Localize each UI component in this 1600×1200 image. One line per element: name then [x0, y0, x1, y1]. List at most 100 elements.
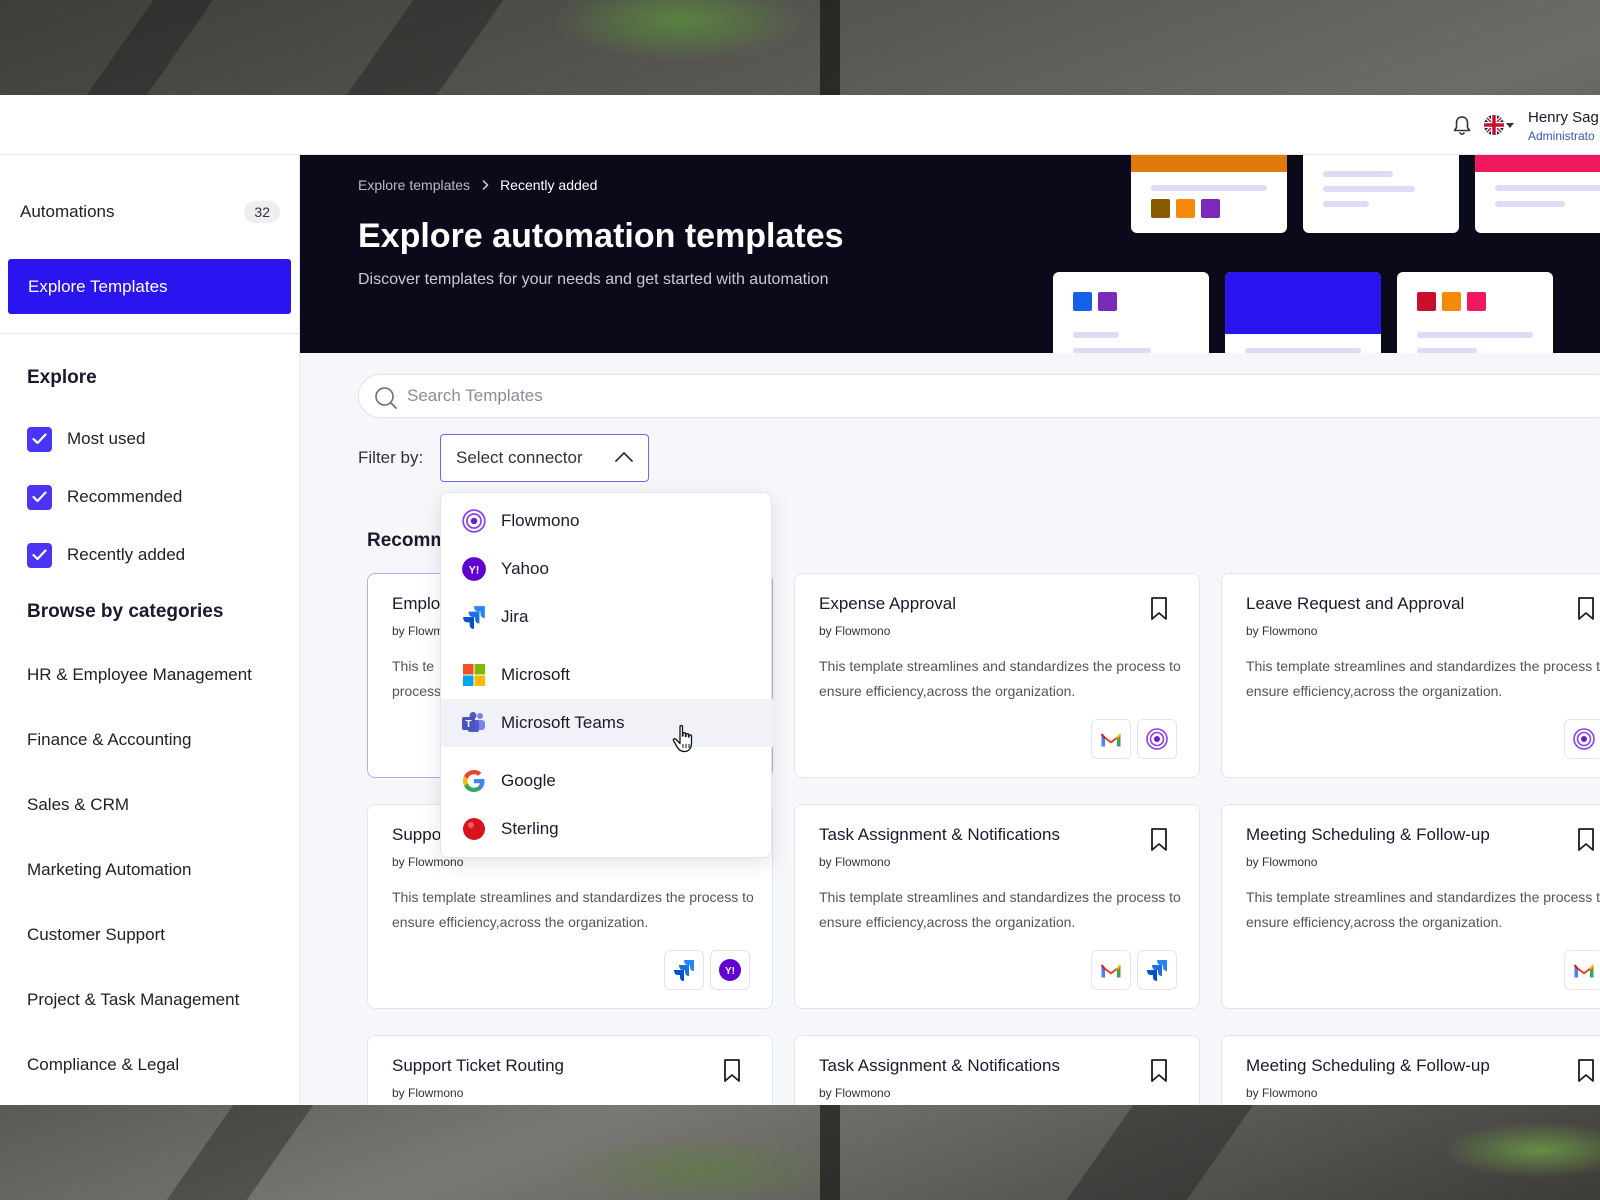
checkbox-checked[interactable] — [27, 542, 52, 568]
category-marketing[interactable]: Marketing Automation — [27, 860, 191, 880]
bell-icon[interactable] — [1452, 115, 1472, 137]
filter-by-label: Filter by: — [358, 448, 424, 467]
automations-count-badge: 32 — [244, 201, 280, 223]
category-compliance[interactable]: Compliance & Legal — [27, 1055, 179, 1075]
filter-label: Recently added — [67, 545, 186, 564]
template-card[interactable]: Meeting Scheduling & Follow-up by Flowmo… — [1221, 1035, 1600, 1105]
template-card[interactable]: Leave Request and Approval by Flowmono T… — [1221, 573, 1600, 778]
template-author: by Flowmono — [1246, 855, 1318, 869]
template-title: Support Ticket Routing — [392, 1056, 564, 1075]
chevron-up-icon — [615, 452, 633, 462]
jira-icon — [1147, 960, 1167, 981]
chevron-right-icon — [482, 179, 489, 191]
decor-card — [1303, 155, 1459, 233]
top-bar: Henry Sag Administrato — [0, 95, 1600, 155]
categories-heading: Browse by categories — [27, 601, 224, 622]
template-card[interactable]: Expense Approval by Flowmono This templa… — [794, 573, 1200, 778]
flowmono-icon — [1146, 728, 1168, 750]
svg-text:Y!: Y! — [469, 564, 480, 576]
template-author: by Flowmono — [819, 624, 891, 638]
svg-text:T: T — [465, 719, 471, 730]
connector-option-microsoft[interactable]: Microsoft — [441, 651, 773, 699]
yahoo-icon: Y! — [462, 557, 486, 581]
check-icon — [32, 491, 47, 503]
category-hr[interactable]: HR & Employee Management — [27, 665, 252, 685]
user-role: Administrato — [1528, 129, 1595, 143]
bookmark-icon[interactable] — [1149, 1058, 1169, 1084]
page-title: Explore automation templates — [358, 217, 844, 255]
template-author: by Flowmono — [819, 1086, 891, 1100]
template-title: Task Assignment & Notifications — [819, 825, 1060, 844]
microsoft-icon — [463, 664, 485, 686]
filter-most-used[interactable]: Most used — [27, 426, 145, 452]
bookmark-icon[interactable] — [1576, 596, 1596, 622]
google-icon — [463, 770, 485, 792]
category-support[interactable]: Customer Support — [27, 925, 165, 945]
bookmark-icon[interactable] — [1149, 827, 1169, 853]
template-description: This template streamlines and standardiz… — [392, 889, 754, 930]
connector-option-google[interactable]: Google — [441, 757, 773, 805]
uk-flag-icon[interactable] — [1484, 115, 1504, 135]
check-icon — [32, 433, 47, 445]
template-title: Leave Request and Approval — [1246, 594, 1465, 613]
bookmark-icon[interactable] — [1576, 827, 1596, 853]
search-bar — [358, 374, 1600, 418]
language-caret-icon[interactable] — [1506, 123, 1514, 128]
template-title: Meeting Scheduling & Follow-up — [1246, 1056, 1490, 1075]
sidebar-item-explore-templates[interactable]: Explore Templates — [8, 259, 291, 314]
gmail-icon — [1100, 732, 1122, 746]
jira-icon — [674, 960, 694, 981]
gmail-icon — [1100, 963, 1122, 977]
template-card[interactable]: Support Ticket Routing by Flowmono — [367, 1035, 773, 1105]
search-input[interactable] — [407, 375, 1307, 417]
user-name[interactable]: Henry Sag — [1528, 109, 1599, 126]
filter-recently-added[interactable]: Recently added — [27, 542, 185, 568]
connector-option-label: Sterling — [501, 819, 559, 838]
decor-card — [1053, 272, 1209, 353]
sidebar-item-automations[interactable]: Automations 32 — [20, 197, 280, 227]
connector-dropdown-menu: Flowmono Y! Yahoo Jira Microsoft T Micro… — [440, 492, 773, 858]
sidebar: Automations 32 Explore Templates Explore… — [0, 155, 300, 1105]
section-title: Recomm — [367, 530, 448, 551]
breadcrumb-current: Recently added — [500, 177, 598, 193]
filter-label: Recommended — [67, 487, 183, 506]
template-title: Meeting Scheduling & Follow-up — [1246, 825, 1490, 844]
connector-select[interactable]: Select connector — [440, 434, 649, 482]
hero-banner: Explore templates Recently added Explore… — [300, 155, 1600, 353]
connector-option-yahoo[interactable]: Y! Yahoo — [441, 545, 773, 593]
bookmark-icon[interactable] — [1149, 596, 1169, 622]
connector-option-label: Yahoo — [501, 559, 549, 578]
connector-option-jira[interactable]: Jira — [441, 593, 773, 641]
check-icon — [32, 549, 47, 561]
template-card[interactable]: Task Assignment & Notifications by Flowm… — [794, 804, 1200, 1009]
template-title: Expense Approval — [819, 594, 957, 613]
microsoft-teams-icon: T — [462, 712, 485, 732]
search-icon — [375, 387, 397, 409]
checkbox-checked[interactable] — [27, 484, 52, 510]
flowmono-icon — [1573, 728, 1595, 750]
template-card[interactable]: Meeting Scheduling & Follow-up by Flowmo… — [1221, 804, 1600, 1009]
category-project[interactable]: Project & Task Management — [27, 990, 239, 1010]
bookmark-icon[interactable] — [722, 1058, 742, 1084]
template-author: by Flowmono — [1246, 624, 1318, 638]
connector-badge — [1564, 719, 1600, 759]
page-subtitle: Discover templates for your needs and ge… — [358, 271, 829, 288]
flowmono-icon — [462, 509, 486, 533]
template-title: Task Assignment & Notifications — [819, 1056, 1060, 1075]
sidebar-divider — [0, 333, 300, 334]
checkbox-checked[interactable] — [27, 426, 52, 452]
connector-option-sterling[interactable]: Sterling — [441, 805, 773, 853]
connector-option-microsoft-teams[interactable]: T Microsoft Teams — [441, 699, 773, 747]
category-sales[interactable]: Sales & CRM — [27, 795, 129, 815]
bookmark-icon[interactable] — [1576, 1058, 1596, 1084]
connector-badge — [1564, 950, 1600, 990]
connector-option-label: Google — [501, 771, 556, 790]
category-finance[interactable]: Finance & Accounting — [27, 730, 191, 750]
filter-recommended[interactable]: Recommended — [27, 484, 182, 510]
connector-option-flowmono[interactable]: Flowmono — [441, 497, 773, 545]
template-card[interactable]: Task Assignment & Notifications by Flowm… — [794, 1035, 1200, 1105]
template-author: by Flowmono — [1246, 1086, 1318, 1100]
svg-text:Y!: Y! — [725, 966, 735, 977]
hand-cursor-icon — [672, 724, 693, 753]
breadcrumb-item[interactable]: Explore templates — [358, 177, 470, 193]
